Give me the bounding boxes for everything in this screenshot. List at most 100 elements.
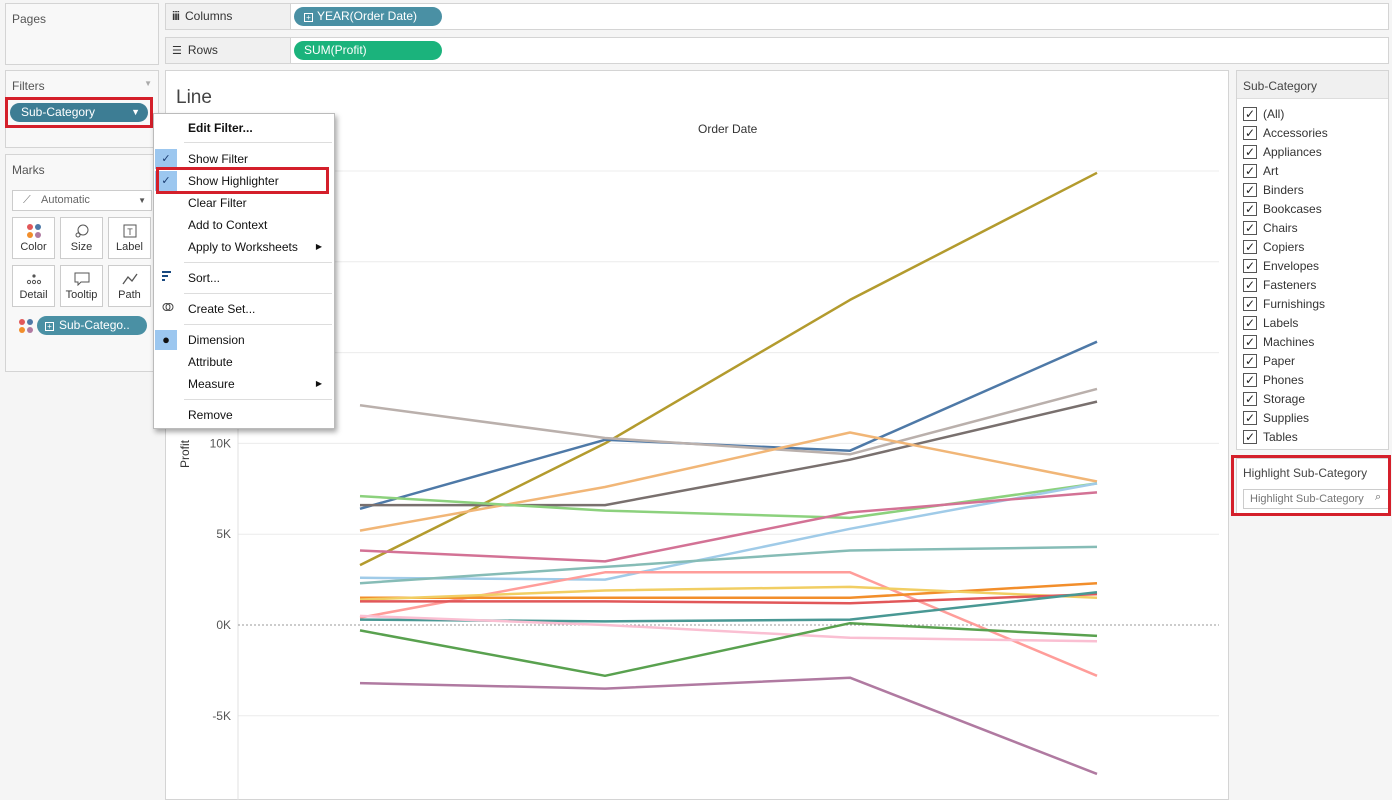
menu-item-clear-filter[interactable]: Clear Filter <box>154 192 334 214</box>
color-dots-icon <box>13 221 54 241</box>
checkbox-label: Supplies <box>1263 410 1310 425</box>
checkbox-checked-icon[interactable]: ✓ <box>1243 315 1257 330</box>
series-line[interactable] <box>359 340 1098 511</box>
checkbox-item[interactable]: ✓ Phones <box>1243 370 1304 389</box>
checkbox-checked-icon[interactable]: ✓ <box>1243 391 1257 406</box>
rows-label: ☰ Rows <box>172 43 218 57</box>
checkbox-item[interactable]: ✓ Accessories <box>1243 123 1328 142</box>
pages-title: Pages <box>12 12 47 26</box>
line-mark-icon: ⟋ <box>23 194 31 206</box>
menu-item-edit-filter[interactable]: Edit Filter... <box>154 117 334 139</box>
menu-item-sort[interactable]: Sort... <box>154 267 334 289</box>
color-button[interactable]: Color <box>12 217 55 259</box>
y-tick-label: 5K <box>216 527 231 541</box>
checkbox-item[interactable]: ✓ Appliances <box>1243 142 1322 161</box>
checkbox-label: Tables <box>1263 429 1298 444</box>
checkbox-checked-icon[interactable]: ✓ <box>1243 277 1257 292</box>
quick-filter-title: Sub-Category <box>1243 79 1318 93</box>
checkbox-checked-icon[interactable]: ✓ <box>1243 258 1257 273</box>
checkbox-checked-icon[interactable]: ✓ <box>1243 334 1257 349</box>
menu-item-measure[interactable]: Measure ▶ <box>154 373 334 395</box>
checkbox-item[interactable]: ✓ Envelopes <box>1243 256 1319 275</box>
path-button[interactable]: Path <box>108 265 151 307</box>
y-tick-label: 10K <box>210 436 231 450</box>
checkbox-checked-icon[interactable]: ✓ <box>1243 410 1257 425</box>
menu-item-attribute[interactable]: Attribute <box>154 351 334 373</box>
mark-type-dropdown[interactable]: ⟋ Automatic ▼ <box>12 190 152 211</box>
menu-item-add-to-context[interactable]: Add to Context <box>154 214 334 236</box>
series-line[interactable] <box>359 676 1098 776</box>
checkbox-item[interactable]: ✓ Storage <box>1243 389 1305 408</box>
submenu-arrow-icon: ▶ <box>315 242 322 251</box>
checkbox-checked-icon[interactable]: ✓ <box>1243 296 1257 311</box>
checkbox-checked-icon[interactable]: ✓ <box>1243 163 1257 178</box>
pages-shelf[interactable]: Pages <box>5 3 159 65</box>
sub-category-color-pill[interactable]: + Sub-Catego.. <box>37 316 147 335</box>
columns-drop-area[interactable]: + YEAR(Order Date) <box>290 4 1388 29</box>
show-highlighter-highlight-box <box>156 167 329 194</box>
checkbox-checked-icon[interactable]: ✓ <box>1243 201 1257 216</box>
marks-title: Marks <box>12 163 45 177</box>
checkbox-item[interactable]: ✓ Tables <box>1243 427 1298 446</box>
checkbox-item[interactable]: ✓ Furnishings <box>1243 294 1325 313</box>
plus-box-icon: + <box>304 13 313 22</box>
rows-shelf[interactable]: ☰ Rows SUM(Profit) <box>165 37 1389 64</box>
year-order-date-pill[interactable]: + YEAR(Order Date) <box>294 7 442 26</box>
checkbox-item[interactable]: ✓ Fasteners <box>1243 275 1316 294</box>
checkbox-item[interactable]: ✓ Chairs <box>1243 218 1298 237</box>
checkbox-label: Bookcases <box>1263 201 1322 216</box>
checkbox-label: Fasteners <box>1263 277 1317 292</box>
checkbox-checked-icon[interactable]: ✓ <box>1243 429 1257 444</box>
menu-separator <box>184 399 332 400</box>
filters-menu-icon[interactable]: ▼ <box>144 79 152 88</box>
checkbox-label: Storage <box>1263 391 1306 406</box>
checkbox-checked-icon[interactable]: ✓ <box>1243 125 1257 140</box>
rows-drop-area[interactable]: SUM(Profit) <box>290 38 1388 63</box>
checkbox-checked-icon[interactable]: ✓ <box>1243 106 1257 121</box>
menu-separator <box>184 324 332 325</box>
radio-dot-icon: ● <box>155 330 177 350</box>
checkbox-item[interactable]: ✓ Labels <box>1243 313 1298 332</box>
filter-pill-highlight-box <box>5 97 153 128</box>
checkbox-item[interactable]: ✓ Bookcases <box>1243 199 1322 218</box>
checkbox-item[interactable]: ✓ Copiers <box>1243 237 1304 256</box>
checkbox-label: Labels <box>1263 315 1299 330</box>
label-button[interactable]: T Label <box>108 217 151 259</box>
checkbox-label: Furnishings <box>1263 296 1326 311</box>
checkbox-checked-icon[interactable]: ✓ <box>1243 182 1257 197</box>
menu-item-dimension[interactable]: ● Dimension <box>154 329 334 351</box>
menu-item-remove[interactable]: Remove <box>154 404 334 426</box>
size-button[interactable]: Size <box>60 217 103 259</box>
checkbox-item[interactable]: ✓ Binders <box>1243 180 1304 199</box>
svg-text:T: T <box>127 227 133 237</box>
tooltip-icon <box>61 269 102 289</box>
detail-button[interactable]: Detail <box>12 265 55 307</box>
size-icon <box>61 221 102 241</box>
menu-item-create-set[interactable]: Create Set... <box>154 298 334 320</box>
tooltip-button[interactable]: Tooltip <box>60 265 103 307</box>
checkbox-checked-icon[interactable]: ✓ <box>1243 144 1257 159</box>
highlighter-highlight-box <box>1231 455 1391 516</box>
columns-shelf[interactable]: iii Columns + YEAR(Order Date) <box>165 3 1389 30</box>
chevron-down-icon: ▼ <box>138 196 146 205</box>
checkbox-item[interactable]: ✓ (All) <box>1243 104 1284 123</box>
checkbox-checked-icon[interactable]: ✓ <box>1243 372 1257 387</box>
checkmark-icon: ✓ <box>155 149 177 169</box>
checkbox-item[interactable]: ✓ Machines <box>1243 332 1314 351</box>
y-tick-label: -5K <box>212 709 231 723</box>
y-tick-label: 0K <box>216 618 231 632</box>
sort-icon <box>162 267 172 289</box>
plus-box-icon: + <box>45 322 54 331</box>
create-set-icon <box>162 298 174 320</box>
checkbox-label: (All) <box>1263 106 1285 121</box>
detail-dots-icon <box>13 269 54 289</box>
menu-separator <box>184 142 332 143</box>
checkbox-item[interactable]: ✓ Supplies <box>1243 408 1309 427</box>
checkbox-checked-icon[interactable]: ✓ <box>1243 220 1257 235</box>
checkbox-checked-icon[interactable]: ✓ <box>1243 353 1257 368</box>
checkbox-item[interactable]: ✓ Art <box>1243 161 1278 180</box>
checkbox-checked-icon[interactable]: ✓ <box>1243 239 1257 254</box>
menu-item-apply-to-worksheets[interactable]: Apply to Worksheets ▶ <box>154 236 334 258</box>
sum-profit-pill[interactable]: SUM(Profit) <box>294 41 442 60</box>
checkbox-item[interactable]: ✓ Paper <box>1243 351 1295 370</box>
